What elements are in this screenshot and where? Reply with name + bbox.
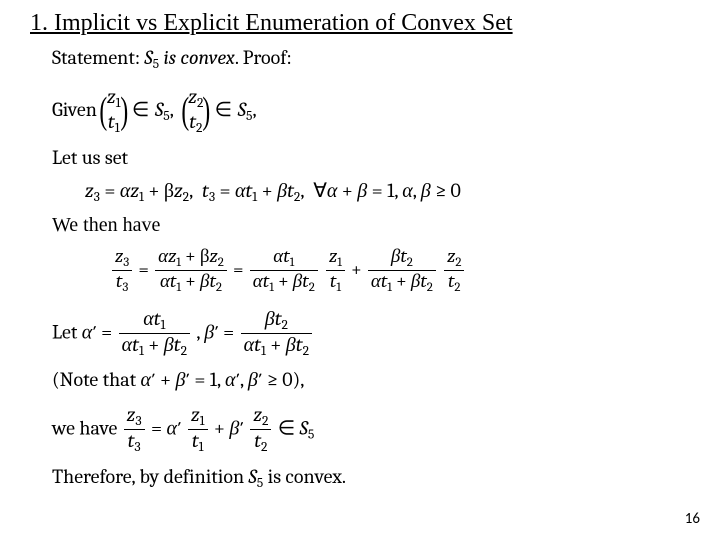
given-label: Given: [52, 98, 101, 121]
let-label: Let: [52, 320, 82, 343]
note-close: ),: [293, 368, 305, 391]
proof-label: . Proof:: [235, 46, 292, 69]
therefore-line: Therefore, by definition S5 is convex.: [52, 465, 690, 491]
therefore-end: is convex.: [263, 465, 346, 488]
therefore-label: Therefore, by definition: [52, 465, 249, 488]
statement-line: Statement: S5 is convex. Proof:: [52, 46, 690, 72]
we-then-have: We then have: [52, 214, 690, 237]
note-label: (Note that: [52, 368, 141, 391]
given-line: Given (z1t1) ∈ S5, (z2t2) ∈ S5,: [52, 86, 690, 137]
we-have-label: we have: [52, 417, 122, 440]
statement-label: Statement:: [52, 46, 144, 69]
note-line: (Note that α′ + β′ = 1, α′, β′ ≥ 0),: [52, 368, 690, 392]
page-number: 16: [685, 510, 700, 528]
main-equation: z3 t3 = αz1 + βz2 αt1 + βt2 = αt1 αt1 + …: [110, 246, 690, 296]
slide: 1. Implicit vs Explicit Enumeration of C…: [0, 0, 720, 540]
z3-t3-def: z3 = αz1 + βz2, t3 = αt1 + βt2, ∀α + β =…: [85, 178, 690, 205]
slide-title: 1. Implicit vs Explicit Enumeration of C…: [30, 10, 690, 37]
alpha-beta-prime-def: Let α′ = αt1 αt1 + βt2 , β′ = βt2 αt1 + …: [52, 308, 690, 360]
we-have-line: we have z3 t3 = α′ z1 t1 + β′ z2 t2 ∈ S5: [52, 404, 690, 456]
let-us-set: Let us set: [52, 146, 690, 169]
